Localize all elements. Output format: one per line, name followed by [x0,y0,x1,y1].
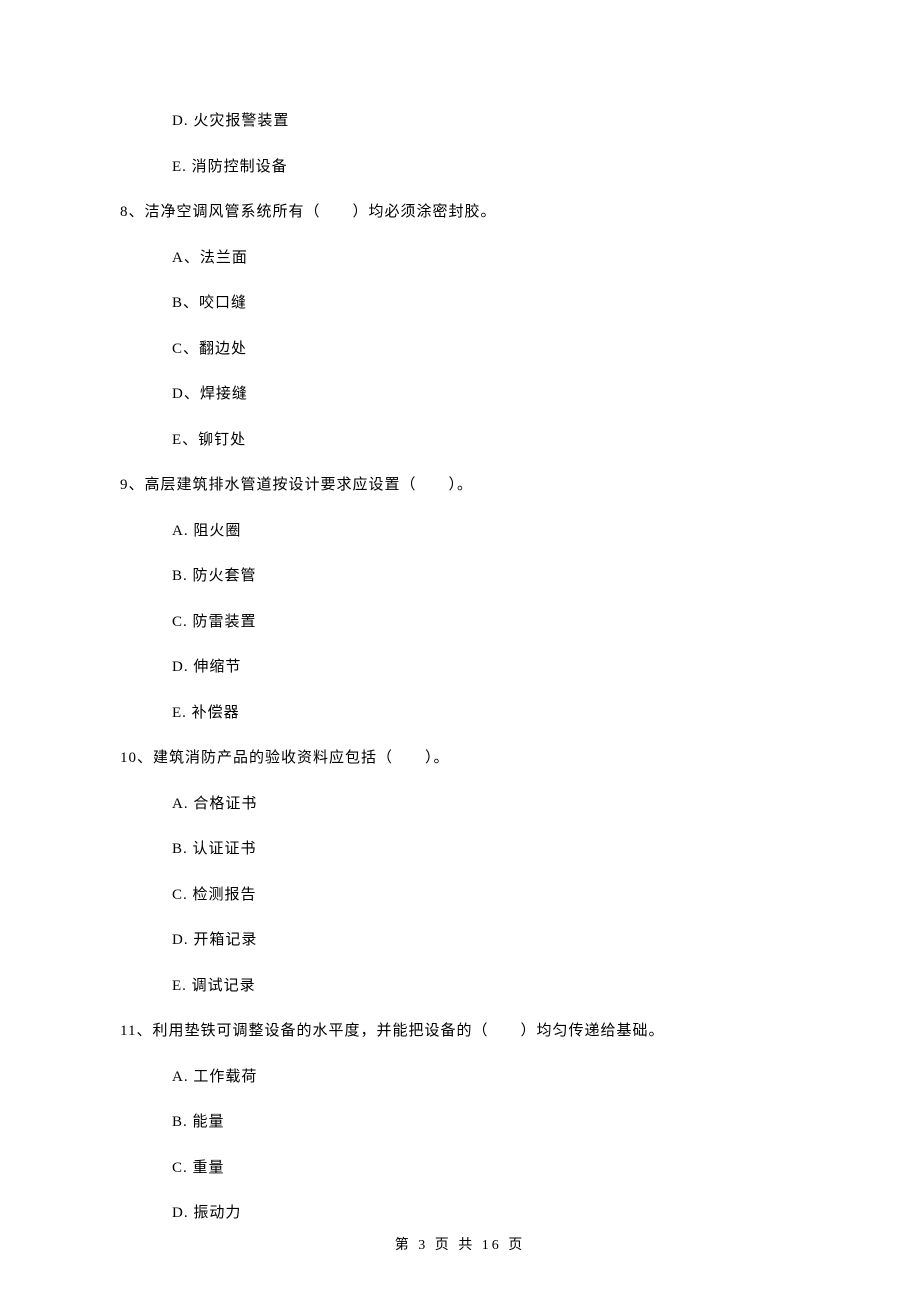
option-d: D. 开箱记录 [120,929,800,952]
option-e: E、铆钉处 [120,429,800,452]
option-b: B. 防火套管 [120,565,800,588]
option-e: E. 消防控制设备 [120,156,800,179]
question-10: 10、建筑消防产品的验收资料应包括（ ）。 A. 合格证书 B. 认证证书 C.… [120,747,800,997]
question-8: 8、洁净空调风管系统所有（ ）均必须涂密封胶。 A、法兰面 B、咬口缝 C、翻边… [120,201,800,451]
option-d: D. 振动力 [120,1202,800,1225]
question-options: A. 阻火圈 B. 防火套管 C. 防雷装置 D. 伸缩节 E. 补偿器 [120,520,800,725]
question-text: 10、建筑消防产品的验收资料应包括（ ）。 [120,747,800,770]
question-options: A. 工作载荷 B. 能量 C. 重量 D. 振动力 [120,1066,800,1225]
option-c: C. 防雷装置 [120,611,800,634]
question-options: A、法兰面 B、咬口缝 C、翻边处 D、焊接缝 E、铆钉处 [120,247,800,452]
question-9: 9、高层建筑排水管道按设计要求应设置（ ）。 A. 阻火圈 B. 防火套管 C.… [120,474,800,724]
option-d: D. 火灾报警装置 [120,110,800,133]
option-a: A、法兰面 [120,247,800,270]
leading-options: D. 火灾报警装置 E. 消防控制设备 [120,110,800,178]
option-a: A. 合格证书 [120,793,800,816]
option-e: E. 补偿器 [120,702,800,725]
option-d: D. 伸缩节 [120,656,800,679]
question-text: 8、洁净空调风管系统所有（ ）均必须涂密封胶。 [120,201,800,224]
option-e: E. 调试记录 [120,975,800,998]
question-options: A. 合格证书 B. 认证证书 C. 检测报告 D. 开箱记录 E. 调试记录 [120,793,800,998]
option-b: B. 认证证书 [120,838,800,861]
option-c: C. 重量 [120,1157,800,1180]
option-a: A. 阻火圈 [120,520,800,543]
page-footer: 第 3 页 共 16 页 [0,1234,920,1254]
option-c: C. 检测报告 [120,884,800,907]
question-text: 11、利用垫铁可调整设备的水平度，并能把设备的（ ）均匀传递给基础。 [120,1020,800,1043]
option-b: B. 能量 [120,1111,800,1134]
question-11: 11、利用垫铁可调整设备的水平度，并能把设备的（ ）均匀传递给基础。 A. 工作… [120,1020,800,1225]
option-a: A. 工作载荷 [120,1066,800,1089]
option-b: B、咬口缝 [120,292,800,315]
question-text: 9、高层建筑排水管道按设计要求应设置（ ）。 [120,474,800,497]
option-c: C、翻边处 [120,338,800,361]
page-content: D. 火灾报警装置 E. 消防控制设备 8、洁净空调风管系统所有（ ）均必须涂密… [0,0,920,1225]
option-d: D、焊接缝 [120,383,800,406]
